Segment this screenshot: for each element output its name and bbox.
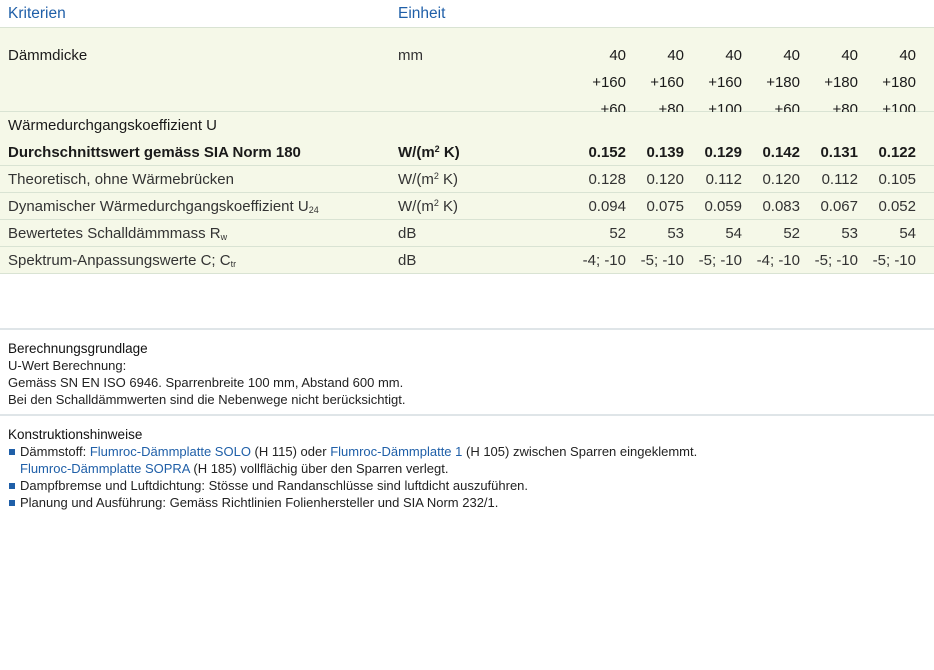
row-label: Wärmedurchgangskoeffizient U [8,117,217,134]
cell: -5; -10 [872,252,916,269]
bullet-text: Dämmstoff: [20,444,90,459]
bullet-item: Planung und Ausführung: Gemäss Richtlini… [8,494,928,511]
cell: 0.094 [588,198,626,215]
divider [0,414,934,416]
divider [0,328,934,330]
table-header: Kriterien Einheit [0,0,934,28]
bullet-item: Dampfbremse und Luftdichtung: Stösse und… [8,477,928,494]
cell: 52 [783,225,800,242]
cell: 0.112 [705,171,742,188]
cell: -4; -10 [756,252,800,269]
label-text: Bewertetes Schalldämmmass R [8,225,221,242]
cell: -5; -10 [698,252,742,269]
cell: 52 [609,225,626,242]
cell: 0.128 [588,171,626,188]
product-link-1[interactable]: Flumroc-Dämmplatte 1 [330,444,462,459]
unit-text: W/(m [398,171,434,188]
cell: -5; -10 [814,252,858,269]
unit-text: K) [438,198,459,215]
row-label: Theoretisch, ohne Wärmebrücken [8,171,234,188]
row-schall: Bewertetes Schalldämmmass Rw dB 52 53 54… [0,220,934,247]
unit-text: W/(m [398,144,435,161]
cell: 0.131 [820,144,858,161]
cell: 0.059 [704,198,742,215]
label-sub: tr [230,259,237,269]
cell: 0.105 [878,171,916,188]
cell: 0.122 [878,144,916,161]
bullet-text: (H 185) vollflächig über den Sparren ver… [189,461,449,476]
cell: 0.075 [646,198,684,215]
berechnung-title: Berechnungsgrundlage [8,341,148,356]
row-dynamisch: Dynamischer Wärmedurchgangskoeffizient U… [0,193,934,220]
cell: 0.152 [588,144,626,161]
cell: 54 [899,225,916,242]
cell: 0.052 [878,198,916,215]
bullet-text: (H 115) oder [250,444,331,459]
cell: 0.120 [646,171,684,188]
label-text: Spektrum-Anpassungswerte C; C [8,252,231,269]
berechnung-line: Gemäss SN EN ISO 6946. Sparrenbreite 100… [8,375,404,390]
berechnung-section: Berechnungsgrundlage U-Wert Berechnung: … [8,340,928,408]
cell: +160 [592,74,626,91]
label-sub: w [220,232,228,242]
cell: 40 [899,47,916,64]
row-label: Durchschnittswert gemäss SIA Norm 180 [8,144,301,161]
bullet-text: (H 105) zwischen Sparren eingeklemmt. [462,444,698,459]
cell: 40 [783,47,800,64]
row-label: Bewertetes Schalldämmmass Rw [8,220,227,247]
bullet-item: Dämmstoff: Flumroc-Dämmplatte SOLO (H 11… [8,443,928,477]
product-link-sopra[interactable]: Flumroc-Dämmplatte SOPRA [20,461,190,476]
data-table: Kriterien Einheit Dämmdicke mm 40 40 40 … [0,0,934,274]
cell: 0.112 [821,171,858,188]
row-durchschnitt: Durchschnittswert gemäss SIA Norm 180 W/… [0,139,934,166]
cell: 40 [841,47,858,64]
cell: 53 [841,225,858,242]
cell: +160 [708,74,742,91]
cell: 40 [609,47,626,64]
cell: 40 [667,47,684,64]
bullet-text: Dampfbremse und Luftdichtung: Stösse und… [20,478,529,493]
row-unit: W/(m2 K) [398,139,460,166]
row-label: Dämmdicke [8,47,88,64]
label-text: Dynamischer Wärmedurchgangskoeffizient U [8,198,309,215]
row-daemmdicke: Dämmdicke mm 40 40 40 40 40 40 +160 +160… [0,28,934,118]
row-label: Dynamischer Wärmedurchgangskoeffizient U… [8,193,319,220]
cell: 54 [725,225,742,242]
row-unit: W/(m2 K) [398,166,458,193]
cell: 0.083 [762,198,800,215]
label-sub: 24 [308,205,319,215]
cell: -4; -10 [582,252,626,269]
cell: +180 [824,74,858,91]
cell: 53 [667,225,684,242]
konstruktion-title: Konstruktionshinweise [8,427,143,442]
row-unit: W/(m2 K) [398,193,458,220]
row-label: Spektrum-Anpassungswerte C; Ctr [8,247,236,274]
header-einheit: Einheit [398,5,446,22]
bullet-text: Planung und Ausführung: Gemäss Richtlini… [20,495,499,510]
row-theoretisch: Theoretisch, ohne Wärmebrücken W/(m2 K) … [0,166,934,193]
unit-text: W/(m [398,198,434,215]
cell: +180 [766,74,800,91]
cell: 40 [725,47,742,64]
cell: 0.120 [762,171,800,188]
product-link-solo[interactable]: Flumroc-Dämmplatte SOLO [90,444,251,459]
unit-text: K) [439,144,460,161]
cell: +160 [650,74,684,91]
cell: 0.142 [762,144,800,161]
cell: 0.067 [820,198,858,215]
cell: 0.139 [646,144,684,161]
berechnung-line: U-Wert Berechnung: [8,358,127,373]
row-unit: dB [398,225,417,242]
row-spektrum: Spektrum-Anpassungswerte C; Ctr dB -4; -… [0,247,934,274]
header-kriterien: Kriterien [8,5,66,22]
cell: +180 [882,74,916,91]
cell: -5; -10 [640,252,684,269]
cell: 0.129 [704,144,742,161]
row-unit: mm [398,47,423,64]
unit-text: K) [438,171,459,188]
konstruktion-section: Konstruktionshinweise Dämmstoff: Flumroc… [8,426,928,511]
row-u-title: Wärmedurchgangskoeffizient U [0,112,934,139]
berechnung-line: Bei den Schalldämmwerten sind die Nebenw… [8,392,406,407]
row-unit: dB [398,252,417,269]
